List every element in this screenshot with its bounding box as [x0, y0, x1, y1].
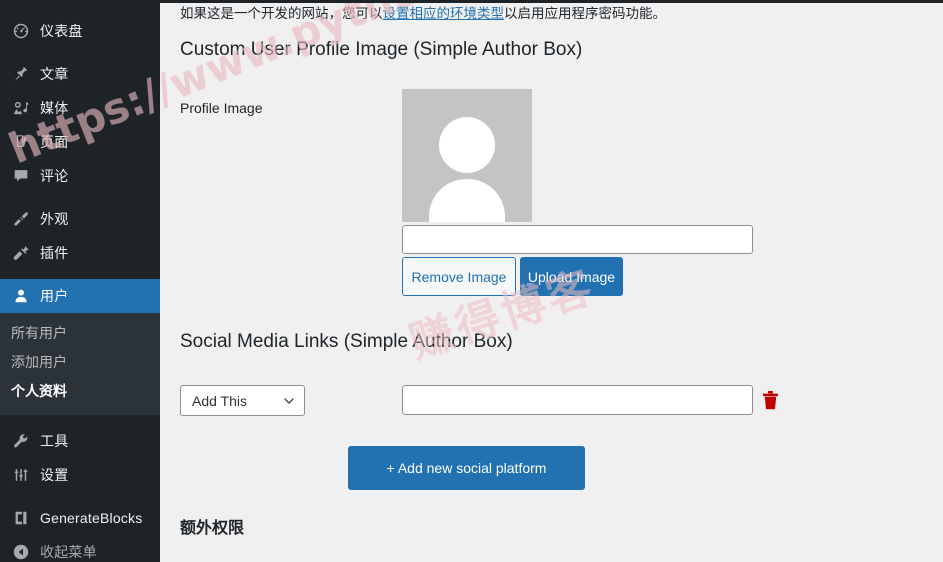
- plugin-icon: [11, 243, 31, 263]
- profile-image-preview: [402, 89, 532, 222]
- page-icon: [11, 132, 31, 152]
- admin-sidebar: 仪表盘 文章 媒体 页面 评论 外观 插件 用户 所有用户 添加用户 个人资料 …: [0, 0, 168, 562]
- media-icon: [11, 98, 31, 118]
- profile-image-label: Profile Image: [180, 100, 263, 116]
- upload-image-button[interactable]: Upload Image: [520, 257, 623, 296]
- submenu-item-all-users[interactable]: 所有用户: [0, 319, 160, 348]
- sidebar-item-users[interactable]: 用户: [0, 279, 168, 313]
- collapse-icon: [11, 542, 31, 562]
- profile-image-url-input[interactable]: [402, 225, 753, 254]
- sidebar-item-dashboard[interactable]: 仪表盘: [0, 14, 160, 48]
- sidebar-item-label: 插件: [40, 245, 69, 261]
- submenu-item-profile[interactable]: 个人资料: [0, 377, 160, 406]
- sidebar-item-label: 媒体: [40, 100, 69, 116]
- trash-icon: [762, 390, 779, 410]
- menu-spacer: [0, 415, 160, 424]
- sidebar-item-label: 用户: [40, 288, 69, 304]
- extra-permissions-heading: 额外权限: [180, 520, 245, 537]
- notice-text-before: 如果这是一个开发的网站，您可以: [180, 6, 383, 21]
- generateblocks-icon: [11, 508, 31, 528]
- add-social-platform-button[interactable]: + Add new social platform: [348, 446, 585, 490]
- environment-type-link[interactable]: 设置相应的环境类型: [383, 6, 505, 21]
- sidebar-item-plugins[interactable]: 插件: [0, 236, 160, 270]
- sidebar-item-label: 收起菜单: [40, 544, 97, 560]
- notice-text-after: 以启用应用程序密码功能。: [504, 6, 666, 21]
- menu-spacer: [0, 48, 160, 57]
- admin-bar: [0, 0, 943, 3]
- sidebar-item-label: 工具: [40, 433, 69, 449]
- appearance-icon: [11, 209, 31, 229]
- social-platform-select-value: Add This: [192, 392, 247, 409]
- sidebar-item-label: 页面: [40, 134, 69, 150]
- sidebar-item-label: 设置: [40, 467, 69, 483]
- current-menu-arrow: [160, 288, 168, 304]
- sidebar-item-settings[interactable]: 设置: [0, 458, 160, 492]
- comment-icon: [11, 166, 31, 186]
- profile-image-heading: Custom User Profile Image (Simple Author…: [180, 39, 583, 60]
- sidebar-item-generateblocks[interactable]: GenerateBlocks: [0, 501, 160, 535]
- social-links-heading: Social Media Links (Simple Author Box): [180, 331, 513, 352]
- dashboard-icon: [11, 21, 31, 41]
- wordpress-admin-screen: 仪表盘 文章 媒体 页面 评论 外观 插件 用户 所有用户 添加用户 个人资料 …: [0, 0, 943, 562]
- delete-social-row-button[interactable]: [759, 386, 781, 414]
- user-icon: [11, 286, 31, 306]
- tools-icon: [11, 431, 31, 451]
- users-submenu: 所有用户 添加用户 个人资料: [0, 313, 160, 415]
- menu-spacer: [0, 492, 160, 501]
- sidebar-item-comments[interactable]: 评论: [0, 159, 160, 193]
- sidebar-item-tools[interactable]: 工具: [0, 424, 160, 458]
- settings-icon: [11, 465, 31, 485]
- sidebar-item-pages[interactable]: 页面: [0, 125, 160, 159]
- pin-icon: [11, 64, 31, 84]
- environment-notice: 如果这是一个开发的网站，您可以设置相应的环境类型以启用应用程序密码功能。: [180, 4, 666, 24]
- sidebar-item-label: 外观: [40, 211, 69, 227]
- sidebar-item-label: 仪表盘: [40, 23, 83, 39]
- submenu-item-add-user[interactable]: 添加用户: [0, 348, 160, 377]
- sidebar-item-posts[interactable]: 文章: [0, 57, 160, 91]
- social-url-input[interactable]: [402, 385, 753, 415]
- chevron-down-icon: [282, 394, 296, 408]
- sidebar-item-appearance[interactable]: 外观: [0, 202, 160, 236]
- menu-spacer: [0, 193, 160, 202]
- sidebar-item-label: GenerateBlocks: [40, 510, 143, 526]
- main-content: 如果这是一个开发的网站，您可以设置相应的环境类型以启用应用程序密码功能。 Cus…: [160, 0, 943, 562]
- sidebar-item-media[interactable]: 媒体: [0, 91, 160, 125]
- sidebar-item-label: 文章: [40, 66, 69, 82]
- sidebar-item-collapse[interactable]: 收起菜单: [0, 535, 160, 562]
- remove-image-button[interactable]: Remove Image: [402, 257, 516, 296]
- social-platform-select[interactable]: Add This: [180, 385, 305, 416]
- menu-spacer: [0, 270, 160, 279]
- sidebar-item-label: 评论: [40, 168, 69, 184]
